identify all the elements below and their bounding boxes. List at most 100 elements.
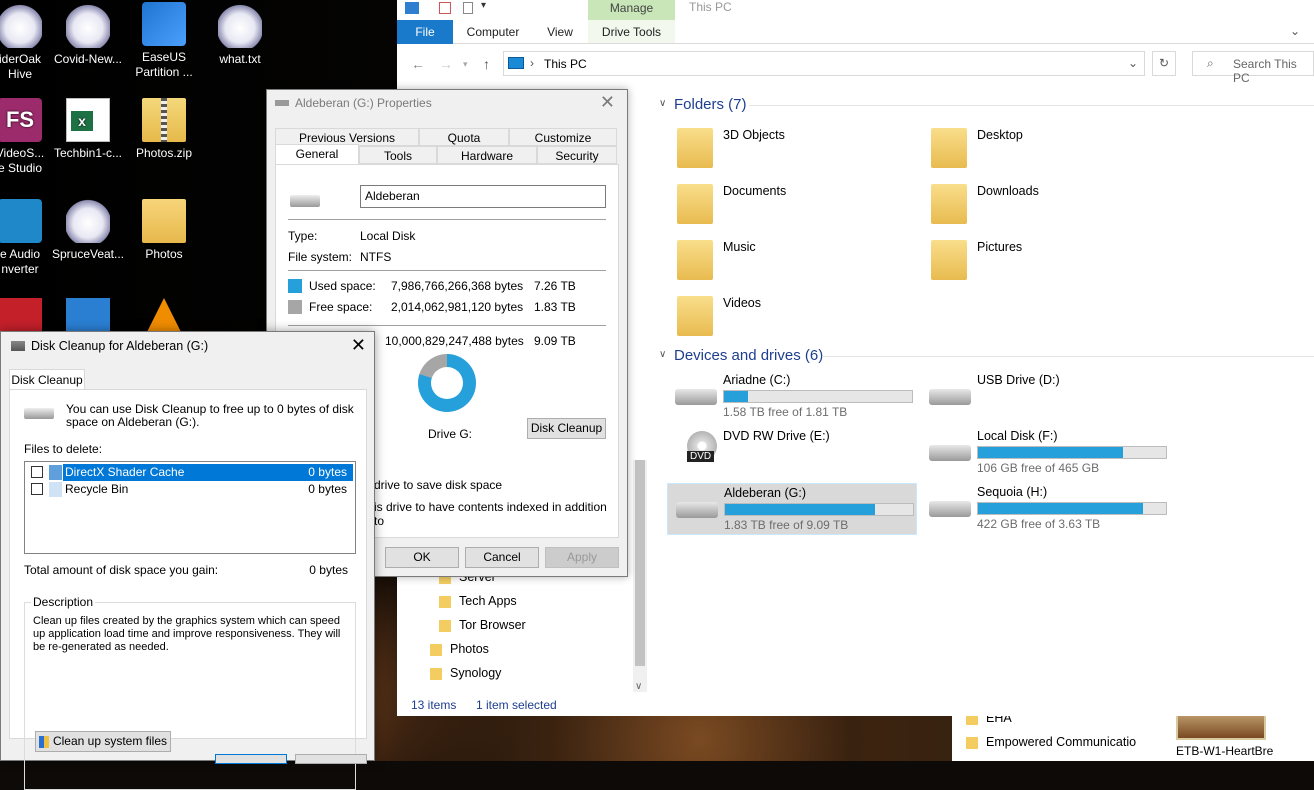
drive-usage-bar	[724, 503, 914, 516]
list-item[interactable]: DirectX Shader Cache 0 bytes	[27, 464, 353, 481]
files-list[interactable]: DirectX Shader Cache 0 bytes Recycle Bin 0…	[24, 461, 356, 554]
tab-disk-cleanup[interactable]: Disk Cleanup	[9, 369, 85, 390]
desktop-icon-covid[interactable]: Covid-New...	[50, 4, 126, 67]
properties-icon[interactable]	[405, 2, 419, 14]
tab-tools[interactable]: Tools	[359, 146, 437, 164]
folder-videos[interactable]: Videos	[667, 292, 907, 342]
chevron-down-icon[interactable]: ⌄	[1128, 56, 1138, 70]
volume-name-input[interactable]: Aldeberan	[360, 185, 606, 208]
folder-music[interactable]: Music	[667, 236, 907, 286]
tab-general[interactable]: General	[275, 144, 359, 165]
ok-button[interactable]: OK	[385, 547, 459, 568]
close-icon[interactable]: ✕	[351, 335, 366, 356]
desktop-icon-label: EaseUS Partition ...	[135, 50, 193, 79]
nav-item-photos[interactable]: Photos	[430, 642, 489, 656]
drive-g[interactable]: Aldeberan (G:) 1.83 TB free of 9.09 TB	[667, 483, 917, 535]
desktop-icon-label: Techbin1-c...	[53, 146, 123, 160]
nav-item-tech-apps[interactable]: Tech Apps	[439, 594, 517, 608]
forward-arrow-icon[interactable]: →	[439, 56, 453, 72]
devices-header[interactable]: Devices and drives (6)	[674, 347, 823, 364]
videos-folder-icon	[677, 296, 713, 336]
hard-drive-icon	[24, 408, 54, 419]
folder-desktop[interactable]: Desktop	[921, 124, 1161, 174]
tab-view[interactable]: View	[535, 20, 585, 44]
checkbox-icon[interactable]	[439, 2, 451, 14]
cancel-button-partial[interactable]	[295, 754, 367, 764]
tab-file[interactable]: File	[397, 20, 453, 44]
drive-e[interactable]: DVD DVD RW Drive (E:)	[667, 427, 917, 479]
apply-button[interactable]: Apply	[545, 547, 619, 568]
nav-pane-scrollbar[interactable]: ∨	[633, 460, 647, 692]
chevron-right-icon[interactable]: ›	[530, 56, 534, 70]
downloads-folder-icon	[931, 184, 967, 224]
checkbox[interactable]	[31, 466, 43, 478]
cloud-icon	[0, 4, 42, 48]
divider	[288, 325, 606, 326]
desktop-icon-techbin[interactable]: x Techbin1-c...	[50, 98, 126, 161]
clean-up-system-files-button[interactable]: Clean up system files	[35, 731, 171, 752]
folder-downloads[interactable]: Downloads	[921, 180, 1161, 230]
used-size: 7.26 TB	[534, 279, 576, 293]
ok-button-partial[interactable]	[215, 754, 287, 764]
refresh-button[interactable]: ↻	[1152, 51, 1176, 76]
back-arrow-icon[interactable]: ←	[411, 56, 425, 72]
fs-label: File system:	[288, 250, 353, 264]
recent-chevron-icon[interactable]: ▾	[463, 59, 468, 70]
files-to-delete-label: Files to delete:	[24, 442, 103, 456]
chevron-down-icon[interactable]: ▾	[481, 0, 486, 11]
checkbox[interactable]	[31, 483, 43, 495]
tab-hardware[interactable]: Hardware	[437, 146, 537, 164]
drive-c[interactable]: Ariadne (C:) 1.58 TB free of 1.81 TB	[667, 371, 917, 423]
folders-header[interactable]: Folders (7)	[674, 96, 747, 113]
free-label: Free space:	[309, 300, 373, 314]
nav-item-synology[interactable]: Synology	[430, 666, 501, 680]
nav-item-tor-browser[interactable]: Tor Browser	[439, 618, 526, 632]
address-field[interactable]: › This PC ⌄	[503, 51, 1145, 76]
drive-f[interactable]: Local Disk (F:) 106 GB free of 465 GB	[921, 427, 1171, 479]
desktop-icon-what-txt[interactable]: what.txt	[202, 4, 278, 67]
manage-contextual-tab[interactable]: Manage	[588, 0, 675, 20]
chevron-down-icon[interactable]: ∨	[659, 349, 666, 360]
list-item[interactable]: Empowered Communicatio	[966, 735, 1136, 749]
search-input[interactable]: ⌕ Search This PC	[1192, 51, 1314, 85]
fs-app-icon: FS	[0, 98, 42, 142]
list-item[interactable]: Recycle Bin 0 bytes	[27, 481, 353, 498]
new-folder-icon[interactable]	[463, 2, 473, 14]
chevron-down-icon[interactable]: ∨	[635, 681, 642, 692]
folder-documents[interactable]: Documents	[667, 180, 907, 230]
drive-h[interactable]: Sequoia (H:) 422 GB free of 3.63 TB	[921, 483, 1171, 535]
chevron-down-icon[interactable]: ⌄	[1290, 24, 1300, 38]
total-value: 0 bytes	[309, 563, 348, 577]
tab-customize[interactable]: Customize	[509, 128, 617, 146]
divider	[288, 270, 606, 271]
tab-drive-tools[interactable]: Drive Tools	[588, 20, 675, 44]
desktop-icon-photos-zip[interactable]: Photos.zip	[126, 98, 202, 161]
scrollbar-thumb[interactable]	[635, 460, 645, 666]
tab-computer[interactable]: Computer	[457, 20, 529, 44]
disk-cleanup-icon	[11, 341, 25, 351]
cloud-icon	[66, 199, 110, 243]
refresh-icon: ↻	[1158, 56, 1170, 70]
tab-quota[interactable]: Quota	[419, 128, 509, 146]
desktop-icon-photos[interactable]: Photos	[126, 199, 202, 262]
cancel-button[interactable]: Cancel	[465, 547, 539, 568]
drive-d[interactable]: USB Drive (D:)	[921, 371, 1171, 423]
tab-security[interactable]: Security	[537, 146, 617, 164]
close-icon[interactable]: ✕	[600, 92, 615, 113]
chevron-down-icon[interactable]: ∨	[659, 98, 666, 109]
search-placeholder: Search This PC	[1233, 57, 1297, 85]
disk-cleanup-button[interactable]: Disk Cleanup	[527, 418, 606, 439]
desktop-icon-label: Photos.zip	[135, 146, 193, 160]
desktop-icon-easeus[interactable]: EaseUS Partition ...	[126, 2, 202, 80]
status-item-count: 13 items	[411, 698, 457, 712]
excel-icon: x	[66, 98, 110, 142]
capacity-size: 9.09 TB	[534, 334, 576, 348]
folder-3d-objects[interactable]: 3D Objects	[667, 124, 907, 174]
status-selected: 1 item selected	[476, 698, 557, 712]
list-item-name: Recycle Bin	[65, 482, 129, 496]
up-arrow-icon[interactable]: ↑	[483, 56, 490, 72]
folder-pictures[interactable]: Pictures	[921, 236, 1161, 286]
address-bar-row: ← → ▾ ↑ › This PC ⌄ ↻ ⌕ Search This PC	[397, 48, 1314, 85]
used-label: Used space:	[309, 279, 376, 293]
desktop-icon-spruce[interactable]: SpruceVeat...	[50, 199, 126, 262]
